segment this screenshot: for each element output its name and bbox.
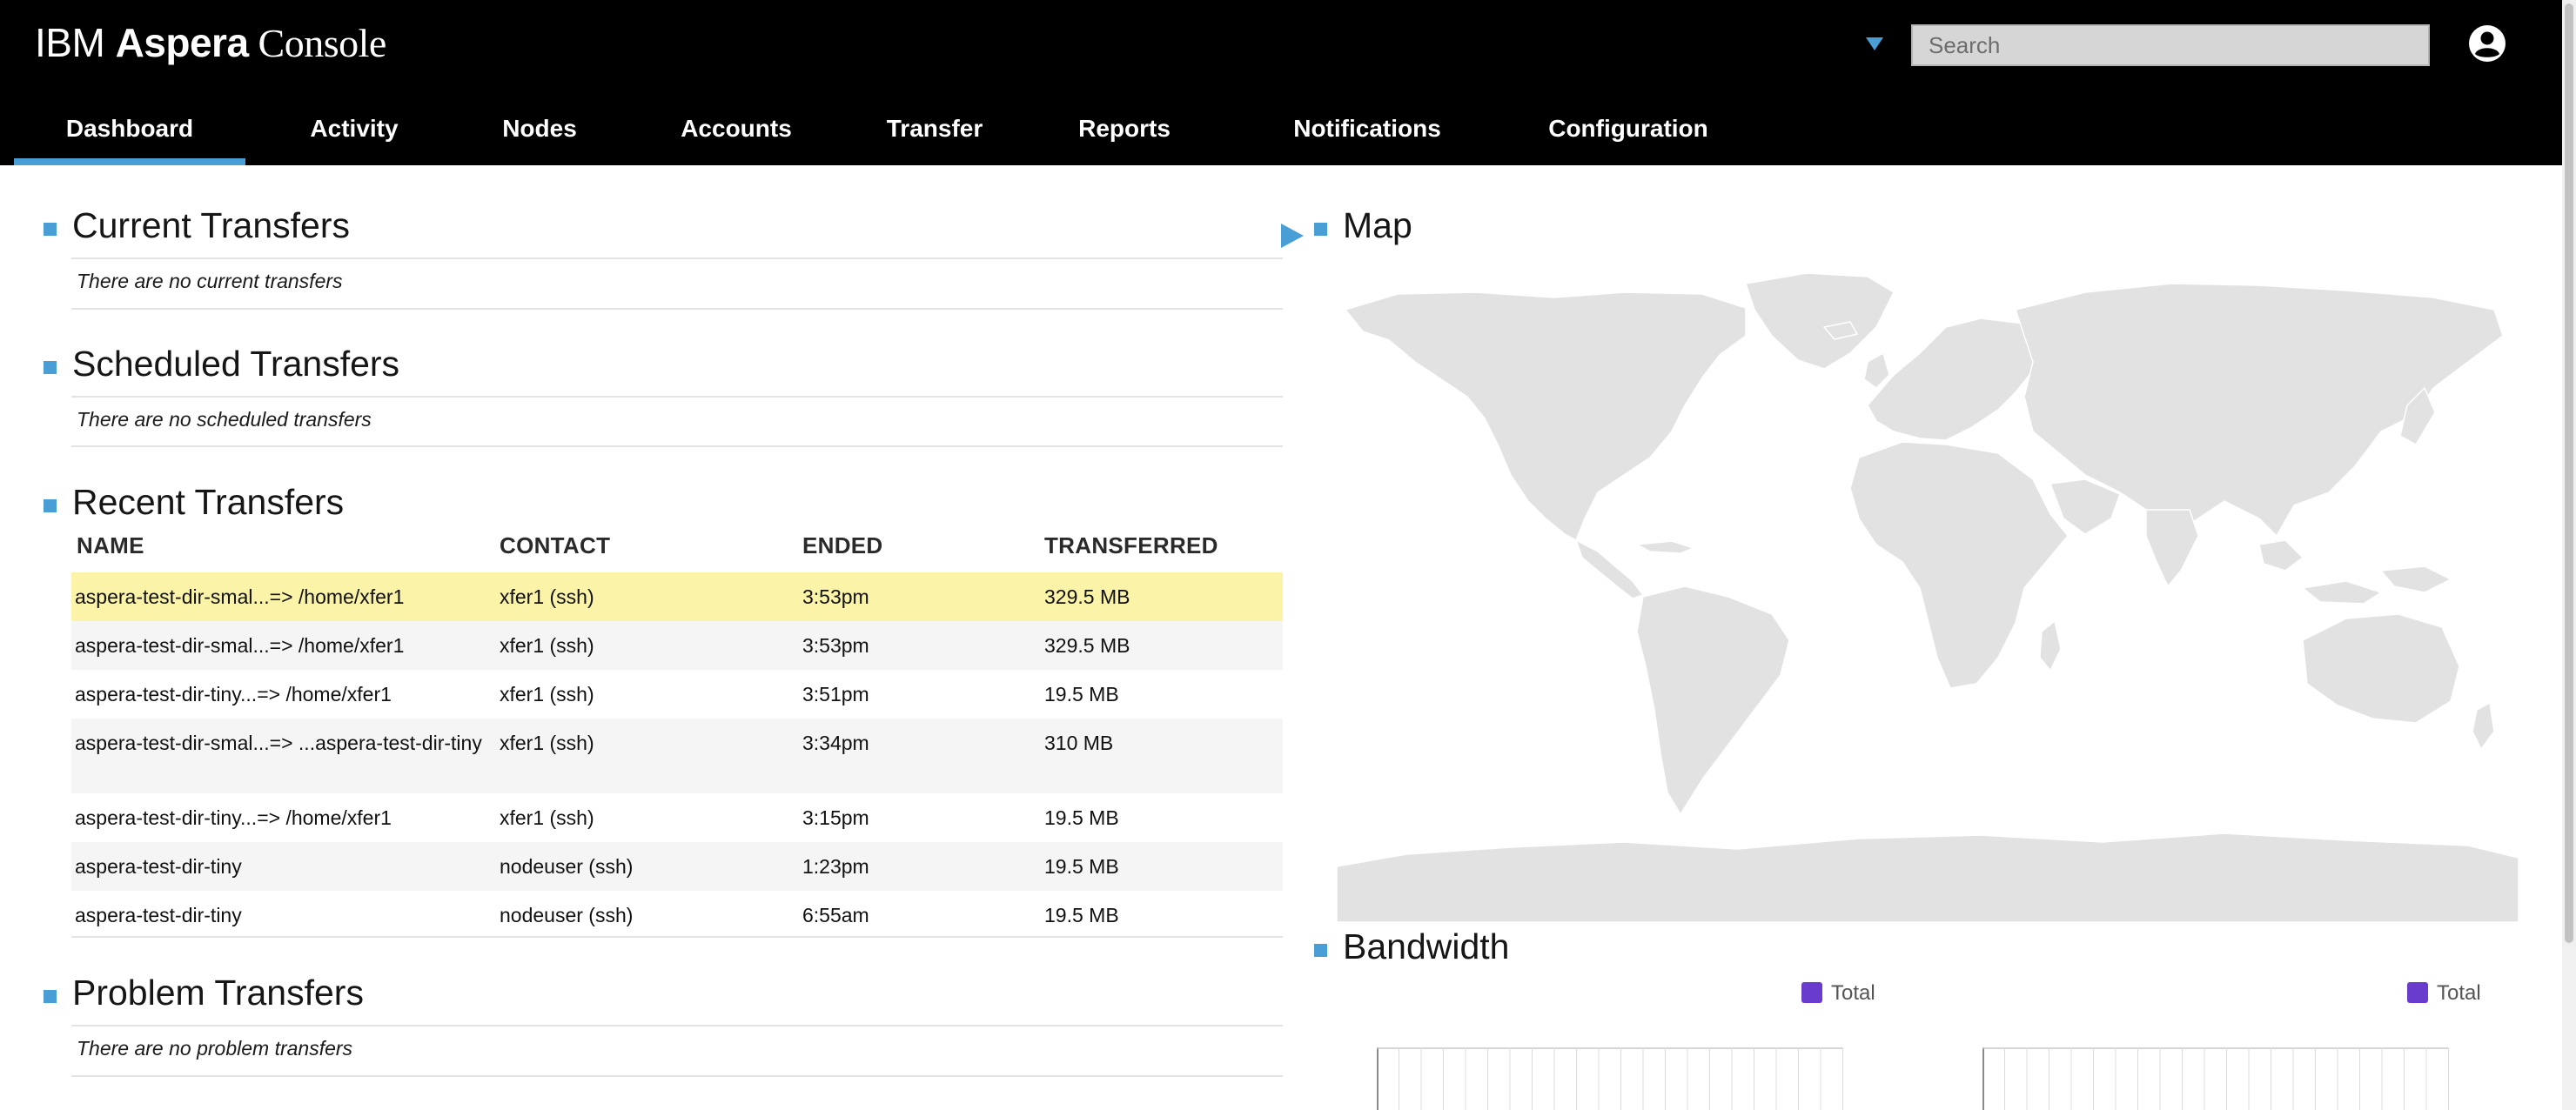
column-header-ended[interactable]: ENDED xyxy=(802,532,883,559)
cell-contact: nodeuser (ssh) xyxy=(500,855,634,878)
divider xyxy=(71,1075,1283,1077)
legend-swatch xyxy=(1801,982,1822,1003)
scrollbar-thumb[interactable] xyxy=(2565,3,2573,943)
current-transfers-title: Current Transfers xyxy=(72,205,350,245)
recent-transfers-title: Recent Transfers xyxy=(72,482,345,522)
section-marker xyxy=(1314,944,1327,957)
user-avatar-icon[interactable] xyxy=(2468,24,2506,63)
app-logo[interactable]: IBM Aspera Console xyxy=(35,19,386,66)
column-header-transferred[interactable]: TRANSFERRED xyxy=(1044,532,1218,559)
scheduled-transfers-empty: There are no scheduled transfers xyxy=(77,408,372,431)
legend-label[interactable]: Total xyxy=(1831,981,1875,1006)
problem-transfers-empty: There are no problem transfers xyxy=(77,1037,353,1060)
tab-nodes[interactable]: Nodes xyxy=(468,111,611,165)
cell-transferred: 310 MB xyxy=(1044,732,1114,754)
collapse-arrow-icon[interactable] xyxy=(1279,222,1305,250)
top-header: IBM Aspera Console Dashboard Activity No… xyxy=(0,0,2562,165)
column-header-contact[interactable]: CONTACT xyxy=(500,532,610,559)
divider xyxy=(71,1025,1283,1026)
section-marker xyxy=(44,361,57,374)
section-marker xyxy=(44,990,57,1003)
cell-contact: xfer1 (ssh) xyxy=(500,683,594,705)
cell-name: aspera-test-dir-tiny...=> /home/xfer1 xyxy=(75,683,392,705)
tab-transfer[interactable]: Transfer xyxy=(856,111,1013,165)
column-header-name[interactable]: NAME xyxy=(77,532,144,559)
cell-transferred: 19.5 MB xyxy=(1044,806,1119,829)
divider xyxy=(71,308,1283,310)
cell-name: aspera-test-dir-tiny xyxy=(75,855,242,878)
page-scrollbar[interactable] xyxy=(2562,0,2576,1110)
cell-transferred: 19.5 MB xyxy=(1044,904,1119,926)
cell-ended: 3:53pm xyxy=(802,634,869,657)
section-marker xyxy=(1314,223,1327,236)
search-input[interactable] xyxy=(1911,24,2430,66)
current-transfers-empty: There are no current transfers xyxy=(77,270,343,292)
map-title: Map xyxy=(1343,205,1412,245)
table-row[interactable]: aspera-test-dir-smal...=> /home/xfer1 xf… xyxy=(71,572,1283,621)
cell-contact: nodeuser (ssh) xyxy=(500,904,634,926)
cell-name: aspera-test-dir-smal...=> ...aspera-test… xyxy=(75,732,482,754)
tab-reports[interactable]: Reports xyxy=(1048,111,1201,165)
cell-ended: 3:53pm xyxy=(802,585,869,608)
legend-swatch xyxy=(2407,982,2428,1003)
table-row[interactable]: aspera-test-dir-tiny...=> /home/xfer1 xf… xyxy=(71,793,1283,842)
tab-activity[interactable]: Activity xyxy=(284,111,425,165)
cell-transferred: 329.5 MB xyxy=(1044,585,1130,608)
cell-contact: xfer1 (ssh) xyxy=(500,634,594,657)
tab-notifications[interactable]: Notifications xyxy=(1258,111,1476,165)
cell-transferred: 19.5 MB xyxy=(1044,855,1119,878)
table-row[interactable]: aspera-test-dir-smal...=> /home/xfer1 xf… xyxy=(71,621,1283,670)
section-marker xyxy=(44,223,57,236)
cell-name: aspera-test-dir-smal...=> /home/xfer1 xyxy=(75,634,405,657)
cell-contact: xfer1 (ssh) xyxy=(500,585,594,608)
table-row[interactable]: aspera-test-dir-smal...=> ...aspera-test… xyxy=(71,719,1283,793)
cell-ended: 3:51pm xyxy=(802,683,869,705)
cell-name: aspera-test-dir-tiny xyxy=(75,904,242,926)
divider xyxy=(71,936,1283,938)
tab-accounts[interactable]: Accounts xyxy=(649,111,823,165)
cell-name: aspera-test-dir-smal...=> /home/xfer1 xyxy=(75,585,405,608)
table-row[interactable]: aspera-test-dir-tiny nodeuser (ssh) 6:55… xyxy=(71,891,1283,936)
legend-label[interactable]: Total xyxy=(2437,981,2481,1006)
divider xyxy=(71,396,1283,398)
bandwidth-chart[interactable] xyxy=(1377,1047,1843,1110)
cell-ended: 3:34pm xyxy=(802,732,869,754)
world-map[interactable] xyxy=(1337,257,2519,922)
section-marker xyxy=(44,499,57,512)
cell-transferred: 329.5 MB xyxy=(1044,634,1130,657)
tab-dashboard[interactable]: Dashboard xyxy=(14,111,245,165)
cell-ended: 1:23pm xyxy=(802,855,869,878)
problem-transfers-title: Problem Transfers xyxy=(72,973,364,1013)
divider xyxy=(71,445,1283,447)
cell-contact: xfer1 (ssh) xyxy=(500,806,594,829)
cell-ended: 3:15pm xyxy=(802,806,869,829)
table-row[interactable]: aspera-test-dir-tiny nodeuser (ssh) 1:23… xyxy=(71,842,1283,891)
triangle-down-icon[interactable] xyxy=(1862,31,1887,56)
cell-contact: xfer1 (ssh) xyxy=(500,732,594,754)
bandwidth-title: Bandwidth xyxy=(1343,926,1510,966)
cell-transferred: 19.5 MB xyxy=(1044,683,1119,705)
bandwidth-chart[interactable] xyxy=(1982,1047,2449,1110)
tab-configuration[interactable]: Configuration xyxy=(1519,111,1737,165)
divider xyxy=(71,257,1283,259)
cell-name: aspera-test-dir-tiny...=> /home/xfer1 xyxy=(75,806,392,829)
cell-ended: 6:55am xyxy=(802,904,869,926)
scheduled-transfers-title: Scheduled Transfers xyxy=(72,344,400,384)
table-row[interactable]: aspera-test-dir-tiny...=> /home/xfer1 xf… xyxy=(71,670,1283,719)
